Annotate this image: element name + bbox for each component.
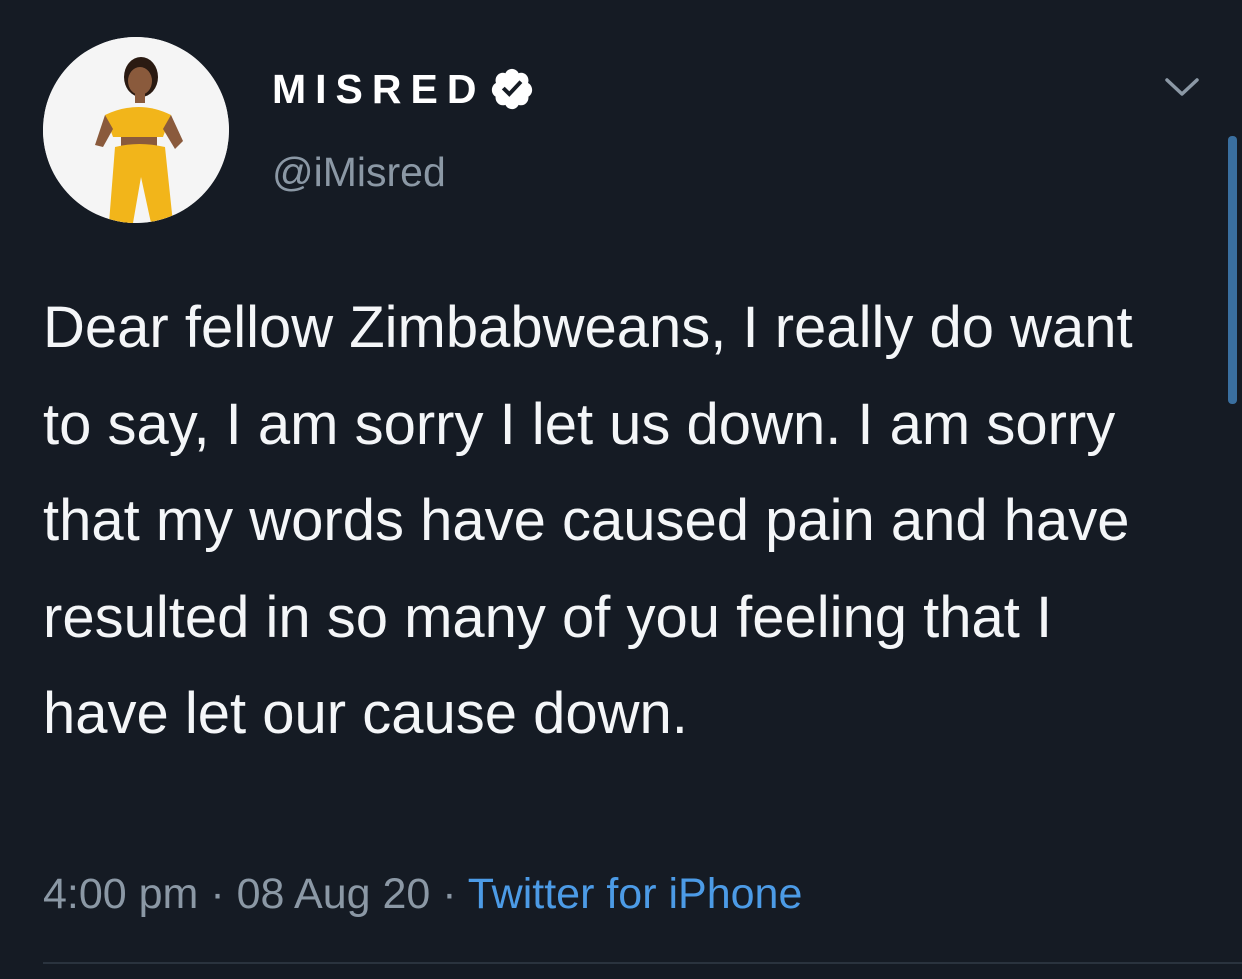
tweet-card: MISRED @iMisred Dear fellow Zimbabweans,…: [0, 0, 1242, 979]
user-handle[interactable]: @iMisred: [272, 147, 446, 197]
divider: [43, 962, 1242, 964]
scroll-indicator[interactable]: [1228, 136, 1237, 404]
author-row[interactable]: MISRED: [272, 64, 535, 114]
meta-separator: ·: [442, 870, 457, 918]
verified-badge-icon: [492, 68, 533, 110]
display-name[interactable]: MISRED: [272, 64, 485, 114]
tweet-text: Dear fellow Zimbabweans, I really do wan…: [43, 295, 1133, 746]
chevron-down-icon[interactable]: [1163, 72, 1201, 102]
tweet-meta: 4:00 pm · 08 Aug 20 · Twitter for iPhone: [43, 866, 802, 922]
tweet-time: 4:00 pm: [43, 870, 199, 918]
tweet-date: 08 Aug 20: [236, 870, 431, 918]
tweet-source-link[interactable]: Twitter for iPhone: [468, 870, 803, 918]
meta-separator: ·: [210, 870, 225, 918]
profile-photo: [43, 37, 229, 223]
avatar[interactable]: [43, 37, 229, 223]
